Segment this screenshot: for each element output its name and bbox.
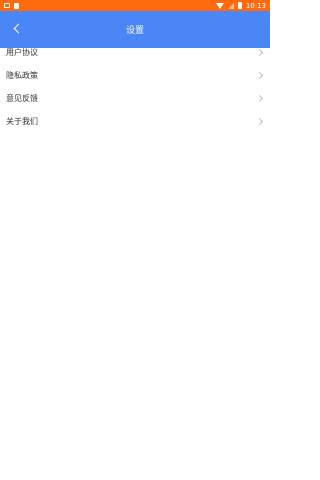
menu-item-privacy-policy[interactable]: 隐私政策 [0, 64, 270, 87]
signal-icon [227, 2, 234, 9]
chevron-right-icon [255, 94, 264, 103]
page-title: 设置 [125, 26, 144, 36]
menu-item-user-agreement[interactable]: 用户协议 [0, 41, 270, 64]
menu-item-about-us[interactable]: 关于我们 [0, 110, 270, 133]
back-button[interactable] [6, 17, 28, 39]
status-right: 10:13 [215, 1, 266, 10]
menu-item-label: 关于我们 [6, 117, 38, 126]
image-icon [4, 3, 10, 8]
chevron-right-icon [255, 117, 264, 126]
chevron-left-icon [13, 23, 24, 33]
battery-icon [237, 2, 242, 9]
wifi-icon [215, 2, 224, 9]
menu-item-label: 隐私政策 [6, 71, 38, 80]
menu-item-feedback[interactable]: 意见反馈 [0, 87, 270, 110]
document-icon [14, 2, 19, 9]
menu-item-label: 用户协议 [6, 48, 38, 57]
menu-item-label: 意见反馈 [6, 94, 38, 103]
chevron-right-icon [255, 71, 264, 80]
status-time: 10:13 [245, 1, 266, 10]
settings-menu: 用户协议 隐私政策 意见反馈 关于我们 [0, 41, 270, 133]
chevron-right-icon [255, 48, 264, 57]
status-left [4, 2, 19, 9]
status-bar: 10:13 [0, 0, 270, 11]
